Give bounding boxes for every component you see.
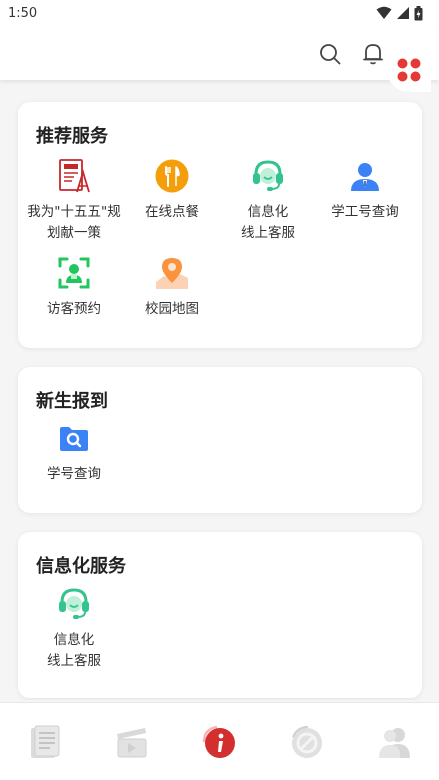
status-icons [376, 5, 423, 21]
search-folder-icon [56, 420, 92, 456]
service-label: 学号查询 [47, 466, 101, 482]
service-label: 信息化 线上客服 [241, 204, 295, 241]
service-item[interactable]: 在线点餐 [122, 158, 222, 223]
service-label: 学工号查询 [331, 204, 399, 220]
user-badge-icon [347, 158, 383, 194]
bottom-tab-bar [0, 702, 439, 780]
forbidden-icon [292, 725, 323, 758]
service-label: 我为"十五五"规 划献一策 [27, 204, 121, 241]
service-item[interactable]: 学号查询 [24, 420, 124, 485]
service-item[interactable]: 访客预约 [24, 255, 124, 320]
profile-icon [379, 727, 411, 758]
content-area: 推荐服务 我为"十五五"规 划献一策 在线点餐 信息化 线上客服 学工号查询 访… [0, 80, 439, 700]
document-icon [56, 158, 92, 194]
visitor-scan-icon [56, 255, 92, 291]
dining-icon [154, 158, 190, 194]
service-item[interactable]: 校园地图 [122, 255, 222, 320]
app-header [0, 26, 439, 80]
tab-news[interactable] [14, 717, 74, 767]
service-label: 在线点餐 [145, 204, 199, 220]
recommended-services-card: 推荐服务 我为"十五五"规 划献一策 在线点餐 信息化 线上客服 学工号查询 访… [18, 102, 422, 348]
tab-forbidden[interactable] [277, 717, 337, 767]
status-bar: 1:50 [0, 0, 439, 26]
headset-icon [56, 586, 92, 622]
news-icon [30, 725, 60, 758]
section-title: 新生报到 [36, 391, 108, 412]
service-label: 访客预约 [47, 301, 101, 317]
bell-icon[interactable] [361, 42, 385, 66]
freshman-registration-card: 新生报到 学号查询 [18, 367, 422, 513]
tab-video[interactable] [102, 717, 162, 767]
section-title: 推荐服务 [36, 126, 108, 147]
info-icon [203, 725, 236, 758]
it-services-card: 信息化服务 信息化 线上客服 [18, 532, 422, 698]
status-time: 1:50 [8, 5, 38, 21]
tab-profile[interactable] [365, 717, 425, 767]
section-title: 信息化服务 [36, 556, 126, 577]
service-item[interactable]: 学工号查询 [315, 158, 415, 223]
search-icon[interactable] [318, 42, 342, 66]
service-item[interactable]: 信息化 线上客服 [24, 586, 124, 672]
service-label: 校园地图 [145, 301, 199, 317]
service-item[interactable]: 信息化 线上客服 [218, 158, 318, 244]
service-item[interactable]: 我为"十五五"规 划献一策 [24, 158, 124, 244]
headset-icon [250, 158, 286, 194]
signal-icon [397, 7, 409, 19]
wifi-icon [376, 6, 392, 19]
video-icon [116, 727, 147, 757]
tab-info[interactable] [189, 717, 249, 767]
battery-icon [414, 5, 423, 20]
service-label: 信息化 线上客服 [47, 632, 101, 669]
map-pin-icon [154, 255, 190, 291]
